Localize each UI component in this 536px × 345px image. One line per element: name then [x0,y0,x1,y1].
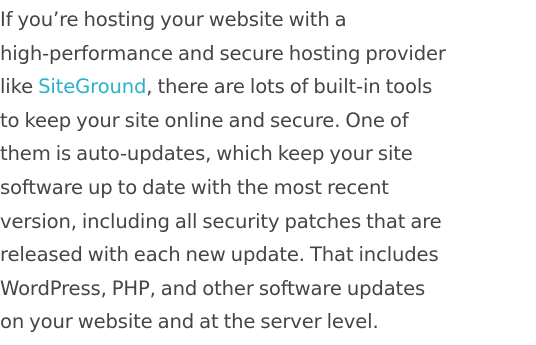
paragraph-line: on your website and at the server level. [0,310,379,334]
paragraph-line: them is auto-updates, which keep your si… [0,142,413,166]
paragraph-text: , there are lots of built-in tools [146,75,433,99]
paragraph-line: software up to date with the most recent [0,175,389,199]
paragraph-line: to keep your site online and secure. One… [0,108,409,132]
paragraph-line-with-link: like SiteGround, there are lots of built… [0,70,536,104]
paragraph-line: If you’re hosting your website with a [0,8,347,31]
paragraph-text: like [0,75,39,99]
article-paragraph: If you’re hosting your website with a hi… [0,3,536,339]
siteground-link[interactable]: SiteGround [38,75,146,98]
paragraph-line: version, including all security patches … [0,209,442,233]
paragraph-line: high-performance and secure hosting prov… [0,41,446,65]
article-body: If you’re hosting your website with a hi… [0,0,536,345]
paragraph-line: released with each new update. That incl… [0,243,439,267]
paragraph-line: WordPress, PHP, and other software updat… [0,276,426,300]
